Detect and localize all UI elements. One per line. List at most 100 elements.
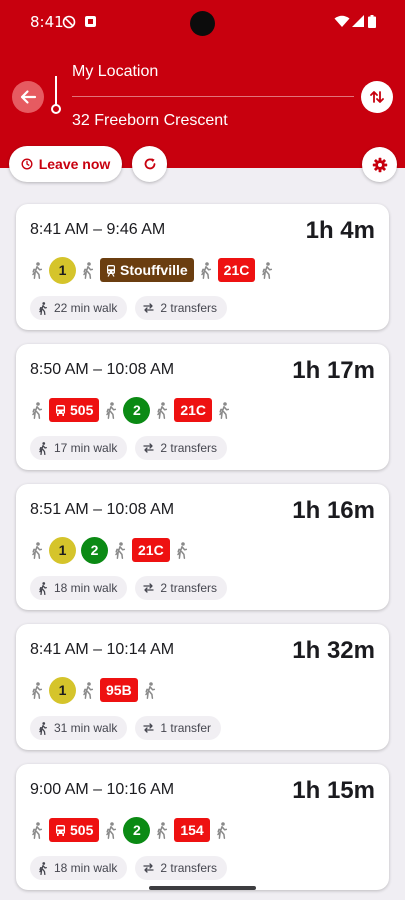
bus-route-badge: 505 — [49, 818, 100, 842]
subway-line-badge: 1 — [49, 676, 76, 704]
route-label: Stouffville — [120, 262, 188, 278]
walk-icon — [143, 681, 157, 699]
walk-time-chip: 31 min walk — [30, 716, 128, 740]
walk-time-label: 31 min walk — [54, 721, 118, 735]
refresh-button[interactable] — [132, 146, 167, 182]
status-time: 8:41 — [30, 13, 64, 31]
swap-locations-button[interactable] — [361, 81, 393, 113]
trip-legs: 1 Stouffville 21C — [30, 256, 274, 284]
trip-results-list: 8:41 AM – 9:46 AM 1h 4m 1 Stouffville 21C 22 … — [16, 204, 389, 900]
leave-now-label: Leave now — [38, 156, 111, 172]
walk-time-label: 18 min walk — [54, 861, 118, 875]
walk-time-label: 22 min walk — [54, 301, 118, 315]
walk-icon — [38, 861, 48, 875]
wifi-icon — [334, 15, 350, 27]
transfers-label: 2 transfers — [160, 581, 218, 595]
bus-route-badge: 154 — [174, 818, 210, 842]
clock-icon — [21, 158, 33, 170]
bus-route-badge: 21C — [217, 258, 256, 282]
gear-icon — [372, 157, 387, 172]
transfer-icon — [143, 303, 155, 313]
walk-icon — [30, 541, 44, 559]
origin-field[interactable]: My Location — [72, 63, 158, 81]
train-route-badge: Stouffville — [100, 258, 194, 282]
trip-card[interactable]: 8:41 AM – 9:46 AM 1h 4m 1 Stouffville 21C 22 … — [16, 204, 389, 330]
trip-duration: 1h 32m — [292, 637, 375, 664]
trip-card[interactable]: 8:41 AM – 10:14 AM 1h 32m 1 95B 31 min walk 1… — [16, 624, 389, 750]
trip-card[interactable]: 8:51 AM – 10:08 AM 1h 16m 1 2 21C 18 min walk… — [16, 484, 389, 610]
trip-legs: 505 2 21C — [30, 396, 231, 424]
trip-summary-chips: 31 min walk 1 transfer — [30, 716, 222, 740]
train-icon — [106, 264, 116, 277]
camera-cutout — [190, 11, 215, 36]
walk-icon — [38, 441, 48, 455]
settings-button[interactable] — [362, 147, 397, 182]
field-divider — [72, 96, 354, 97]
trip-time-range: 8:41 AM – 10:14 AM — [30, 641, 175, 658]
battery-icon — [368, 15, 376, 28]
walk-icon — [104, 401, 118, 419]
transfers-chip: 2 transfers — [135, 296, 228, 320]
transfer-icon — [143, 443, 155, 453]
trip-time-range: 8:50 AM – 10:08 AM — [30, 361, 175, 378]
destination-field[interactable]: 32 Freeborn Crescent — [72, 112, 228, 130]
subway-line-badge: 2 — [123, 396, 151, 424]
walk-time-chip: 18 min walk — [30, 856, 128, 880]
transfers-chip: 2 transfers — [135, 576, 228, 600]
trip-summary-chips: 17 min walk 2 transfers — [30, 436, 228, 460]
trip-legs: 1 95B — [30, 676, 157, 704]
walk-icon — [38, 301, 48, 315]
trip-summary-chips: 22 min walk 2 transfers — [30, 296, 228, 320]
status-bar: 8:41 — [0, 0, 405, 46]
trip-card[interactable]: 9:00 AM – 10:16 AM 1h 15m 505 2 154 18 min wa… — [16, 764, 389, 890]
trip-duration: 1h 4m — [305, 217, 375, 244]
walk-icon — [260, 261, 274, 279]
bus-route-badge: 95B — [100, 678, 138, 702]
trip-card[interactable]: 8:50 AM – 10:08 AM 1h 17m 505 2 21C 17 min wa… — [16, 344, 389, 470]
subway-line-badge: 1 — [49, 256, 76, 284]
transfers-chip: 2 transfers — [135, 856, 228, 880]
transfers-label: 1 transfer — [160, 721, 212, 735]
route-label: 21C — [223, 262, 250, 278]
walk-icon — [30, 821, 44, 839]
walk-time-label: 18 min walk — [54, 581, 118, 595]
walk-icon — [104, 821, 118, 839]
walk-icon — [81, 681, 95, 699]
route-destination-dot — [51, 104, 61, 114]
leave-now-button[interactable]: Leave now — [9, 146, 122, 182]
walk-icon — [155, 401, 169, 419]
back-button[interactable] — [12, 81, 44, 113]
route-label: 505 — [70, 822, 94, 838]
trip-time-range: 8:51 AM – 10:08 AM — [30, 501, 175, 518]
transfer-icon — [143, 583, 155, 593]
home-indicator[interactable] — [149, 886, 256, 890]
subway-line-badge: 2 — [81, 536, 108, 564]
walk-time-chip: 18 min walk — [30, 576, 128, 600]
walk-icon — [217, 401, 231, 419]
subway-line-badge: 1 — [49, 536, 76, 564]
subway-line-badge: 2 — [123, 816, 151, 844]
route-label: 21C — [180, 402, 207, 418]
top-app-bar: 8:41 My Location 32 Freeborn Crescent — [0, 0, 405, 168]
walk-icon — [215, 821, 229, 839]
walk-icon — [155, 821, 169, 839]
transfers-chip: 1 transfer — [135, 716, 222, 740]
bus-icon — [55, 404, 66, 417]
walk-icon — [38, 581, 48, 595]
arrow-left-icon — [20, 90, 37, 104]
walk-icon — [175, 541, 189, 559]
trip-legs: 505 2 154 — [30, 816, 229, 844]
trip-duration: 1h 15m — [292, 777, 375, 804]
bus-route-badge: 505 — [49, 398, 100, 422]
transfer-icon — [143, 723, 155, 733]
trip-legs: 1 2 21C — [30, 536, 189, 564]
bus-route-badge: 21C — [174, 398, 213, 422]
transfers-chip: 2 transfers — [135, 436, 228, 460]
trip-summary-chips: 18 min walk 2 transfers — [30, 576, 228, 600]
transfers-label: 2 transfers — [160, 861, 218, 875]
refresh-icon — [144, 158, 155, 170]
route-label: 505 — [70, 402, 94, 418]
walk-icon — [81, 261, 95, 279]
walk-time-label: 17 min walk — [54, 441, 118, 455]
swap-vertical-icon — [370, 91, 384, 103]
